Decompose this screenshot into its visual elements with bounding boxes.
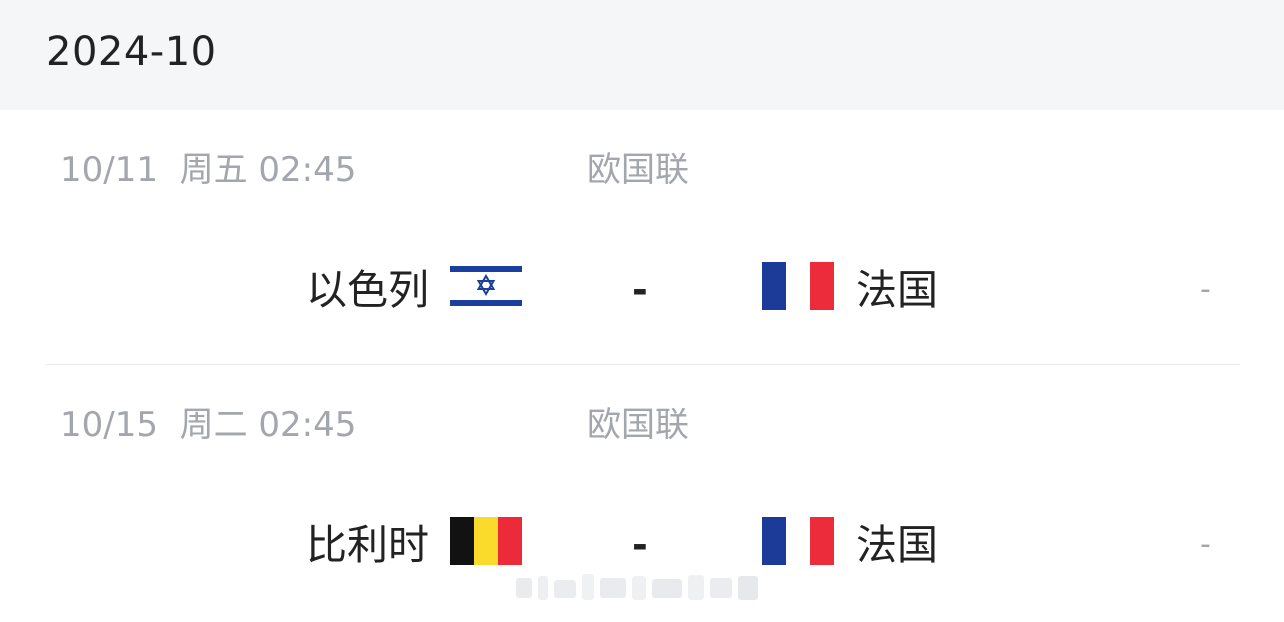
more-indicator: - bbox=[1200, 527, 1211, 562]
league-label: 欧国联 bbox=[587, 405, 689, 445]
more-indicator: - bbox=[1200, 272, 1211, 307]
match-row[interactable]: 10/11 周五 02:45 欧国联 以色列 - 法国 - bbox=[0, 112, 1284, 367]
match-time: 10/11 周五 02:45 bbox=[60, 150, 357, 190]
match-score: - bbox=[632, 523, 648, 567]
france-flag-icon bbox=[762, 517, 834, 565]
divider bbox=[46, 364, 1240, 365]
watermark bbox=[512, 568, 764, 606]
match-time: 10/15 周二 02:45 bbox=[60, 405, 357, 445]
away-team-name: 法国 bbox=[856, 266, 938, 314]
home-team-name: 比利时 bbox=[306, 521, 429, 569]
france-flag-icon bbox=[762, 262, 834, 310]
away-team-name: 法国 bbox=[856, 521, 938, 569]
month-header: 2024-10 bbox=[0, 0, 1284, 110]
month-title: 2024-10 bbox=[46, 29, 217, 75]
match-score: - bbox=[632, 268, 648, 312]
home-team-name: 以色列 bbox=[306, 266, 429, 314]
league-label: 欧国联 bbox=[587, 150, 689, 190]
israel-flag-icon bbox=[450, 262, 522, 310]
belgium-flag-icon bbox=[450, 517, 522, 565]
